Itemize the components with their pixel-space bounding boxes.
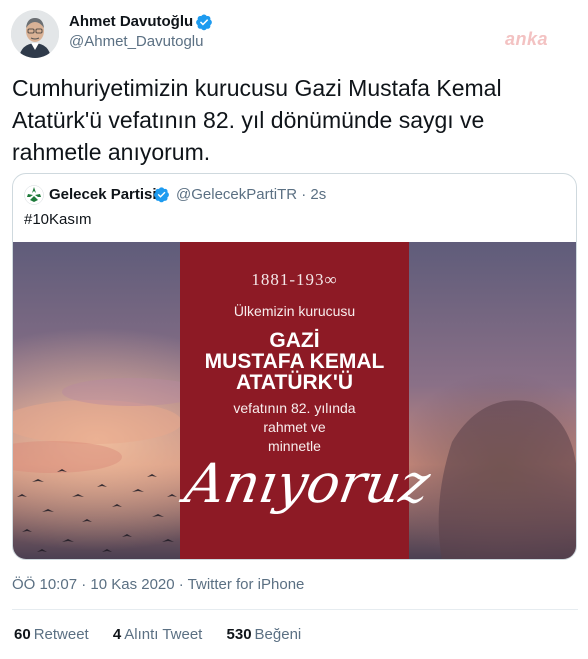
tweet-text: Cumhuriyetimizin kurucusu Gazi Mustafa K… (12, 75, 502, 165)
poster-line-1: Ülkemizin kurucusu (233, 303, 356, 319)
quote-tweets-stat[interactable]: 4 Alıntı Tweet (113, 626, 202, 643)
poster-line-2: vefatının 82. yılında (233, 400, 356, 416)
poster-years: 1881-193∞ (251, 270, 338, 289)
retweets-stat[interactable]: 60 Retweet (14, 626, 89, 643)
quoted-avatar (24, 185, 44, 205)
tweet: Ahmet Davutoğlu @Ahmet_Davutoglu anka Cu… (0, 0, 588, 659)
author-avatar[interactable] (11, 10, 59, 58)
poster-script-text: Anıyoruz (180, 452, 435, 515)
poster-line-3: rahmet ve (263, 419, 326, 435)
quoted-image[interactable]: 1881-193∞ Ülkemizin kurucusu GAZİ MUSTAF… (13, 242, 576, 559)
quoted-verified-badge-icon (154, 187, 169, 203)
divider (12, 609, 578, 610)
likes-stat[interactable]: 530 Beğeni (227, 626, 302, 643)
tweet-timestamp-source[interactable]: ÖÖ 10:07 · 10 Kas 2020 · Twitter for iPh… (12, 576, 304, 593)
quoted-display-name: Gelecek Partisi (49, 186, 157, 203)
likes-count: 530 (226, 626, 252, 643)
watermark-logo: anka (505, 29, 549, 49)
likes-label: Beğeni (254, 626, 302, 643)
quotes-label: Alıntı Tweet (124, 626, 203, 643)
retweets-label: Retweet (33, 626, 89, 643)
quoted-hashtag[interactable]: #10Kasım (24, 211, 92, 228)
party-logo-icon (24, 185, 44, 205)
quotes-count: 4 (112, 626, 122, 643)
tweet-stats: 60 Retweet 4 Alıntı Tweet 530 Beğeni (14, 626, 321, 643)
retweets-count: 60 (14, 626, 31, 643)
author-handle[interactable]: @Ahmet_Davutoglu (69, 33, 203, 50)
commemorative-poster: 1881-193∞ Ülkemizin kurucusu GAZİ MUSTAF… (180, 242, 435, 559)
author-display-name[interactable]: Ahmet Davutoğlu (69, 13, 193, 30)
quoted-tweet[interactable]: Gelecek Partisi @GelecekPartiTR · 2s #10… (12, 173, 577, 560)
quoted-handle-time: @GelecekPartiTR · 2s (176, 186, 327, 203)
verified-badge-icon (196, 14, 212, 31)
poster-surname: ATATÜRK'Ü (236, 371, 353, 394)
